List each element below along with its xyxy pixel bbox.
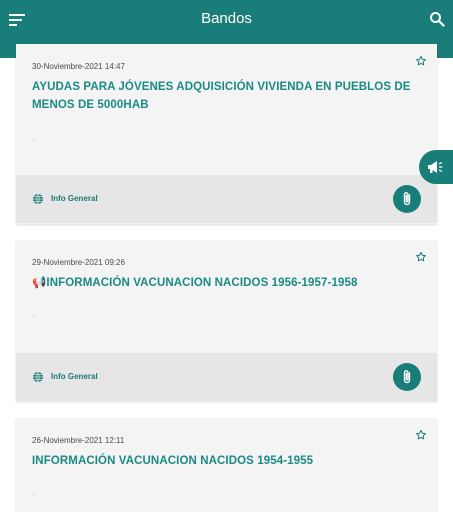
paperclip-icon [403,370,411,384]
star-outline-icon[interactable] [415,251,427,263]
card-date: 30-Noviembre-2021 14:47 [32,62,125,71]
star-outline-icon[interactable] [415,55,427,67]
megaphone-emoji: 📢 [32,277,47,289]
bando-card[interactable]: 26-Noviembre-2021 12:11 INFORMACIÓN VACU… [16,418,437,512]
paperclip-icon [403,192,411,206]
page-title: Bandos [201,10,252,27]
megaphone-icon [428,161,443,173]
card-category: Info General [51,194,98,203]
bando-card[interactable]: 30-Noviembre-2021 14:47 AYUDAS PARA JÓVE… [16,44,437,224]
card-title[interactable]: INFORMACIÓN VACUNACION NACIDOS 1954-1955 [32,452,421,470]
card-date: 29-Noviembre-2021 09:26 [32,258,125,267]
card-category: Info General [51,372,98,381]
card-excerpt: . [32,134,35,143]
attachment-button[interactable] [393,185,421,213]
card-footer: Info General [16,175,437,223]
card-title[interactable]: 📢INFORMACIÓN VACUNACION NACIDOS 1956-195… [32,274,421,292]
card-date: 26-Noviembre-2021 12:11 [32,436,125,445]
bando-card[interactable]: 29-Noviembre-2021 09:26 📢INFORMACIÓN VAC… [16,240,437,401]
card-excerpt: . [32,488,35,497]
announcements-tab-button[interactable] [419,150,453,184]
star-outline-icon[interactable] [415,429,427,441]
attachment-button[interactable] [393,363,421,391]
card-title[interactable]: AYUDAS PARA JÓVENES ADQUISICIÓN VIVIENDA… [32,78,421,114]
card-footer: Info General [16,353,437,401]
card-excerpt: . [32,310,35,319]
globe-icon [33,193,43,205]
globe-icon [33,371,43,383]
search-icon[interactable] [429,11,445,27]
